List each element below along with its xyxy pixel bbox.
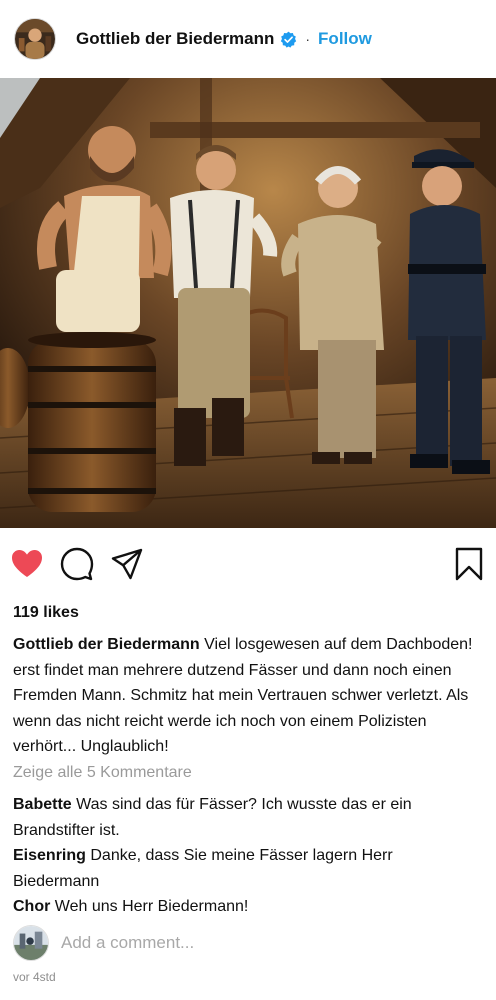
post-header: Gottlieb der Biedermann · Follow — [0, 0, 496, 78]
avatar[interactable] — [14, 18, 56, 60]
post-actions — [0, 540, 496, 588]
add-comment-input[interactable] — [61, 933, 461, 953]
share-icon[interactable] — [110, 547, 144, 581]
comment-text: Weh uns Herr Biedermann! — [54, 898, 249, 915]
post-image[interactable] — [0, 78, 496, 528]
username[interactable]: Gottlieb der Biedermann — [76, 29, 274, 49]
comment-author[interactable]: Babette — [13, 796, 72, 813]
caption-author[interactable]: Gottlieb der Biedermann — [13, 636, 200, 653]
follow-button[interactable]: Follow — [318, 29, 372, 49]
heart-icon[interactable] — [10, 547, 44, 581]
likes-count[interactable]: 119 likes — [13, 604, 79, 622]
comment-author[interactable]: Eisenring — [13, 847, 86, 864]
comment-item: Chor Weh uns Herr Biedermann! — [13, 894, 483, 920]
separator-dot: · — [305, 31, 311, 47]
add-comment-row — [13, 924, 483, 962]
comment-author[interactable]: Chor — [13, 898, 50, 915]
comment-item: Babette Was sind das für Fässer? Ich wus… — [13, 792, 483, 843]
verified-badge-icon — [280, 31, 297, 48]
comment-text: Was sind das für Fässer? Ich wusste das … — [13, 796, 412, 839]
bookmark-icon[interactable] — [452, 547, 486, 581]
view-all-comments-link[interactable]: Zeige alle 5 Kommentare — [13, 764, 192, 782]
comment-item: Eisenring Danke, dass Sie meine Fässer l… — [13, 843, 483, 894]
current-user-avatar — [13, 925, 49, 961]
comment-list: Babette Was sind das für Fässer? Ich wus… — [13, 792, 483, 920]
post-timestamp: vor 4std — [13, 970, 56, 984]
caption-text: Viel losgewesen auf dem Dachboden! erst … — [13, 636, 473, 755]
post-caption: Gottlieb der Biedermann Viel losgewesen … — [13, 632, 483, 760]
comment-icon[interactable] — [60, 547, 94, 581]
